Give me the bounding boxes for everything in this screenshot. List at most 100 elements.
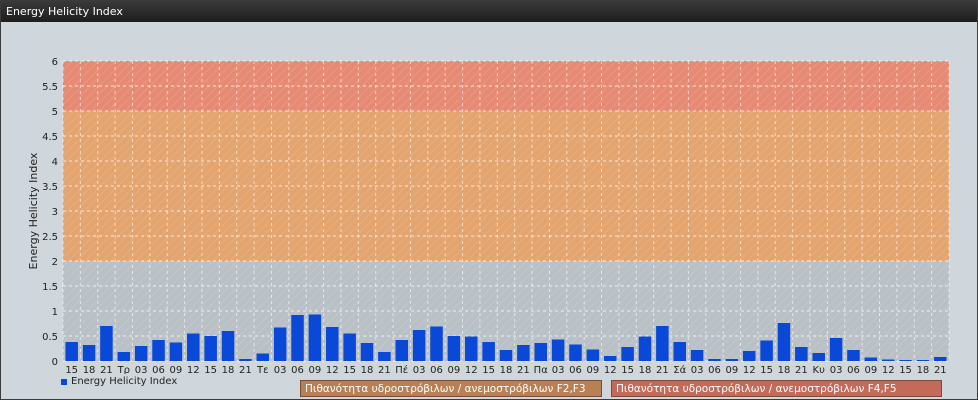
y-tick-label-6: 3 bbox=[52, 207, 58, 218]
x-tick-label-31: 12 bbox=[604, 365, 617, 374]
bar-13 bbox=[291, 315, 304, 361]
bar-47 bbox=[881, 359, 895, 361]
chart-widget: Energy Helicity Index 0 0.5 1 1.5 2 2.5 3 3.5 4 4… bbox=[0, 0, 978, 400]
x-tick-label-34: 21 bbox=[656, 365, 669, 374]
window-title: Energy Helicity Index bbox=[1, 1, 977, 22]
x-tick-label-1: 18 bbox=[83, 365, 96, 374]
x-tick-label-15: 12 bbox=[326, 365, 339, 374]
bar-36 bbox=[690, 350, 704, 361]
x-tick-label-14: 09 bbox=[309, 365, 322, 374]
x-tick-label-48: 15 bbox=[899, 365, 912, 374]
bar-12 bbox=[273, 327, 287, 361]
bar-27 bbox=[534, 343, 547, 361]
x-tick-label-25: 18 bbox=[500, 365, 513, 374]
x-tick-label-27: Πα bbox=[534, 365, 549, 374]
bar-24 bbox=[482, 342, 495, 361]
legend-swatch bbox=[61, 378, 67, 385]
x-tick-label-11: Τε bbox=[256, 365, 269, 374]
x-tick-label-45: 06 bbox=[847, 365, 860, 374]
x-tick-label-46: 09 bbox=[864, 365, 877, 374]
x-tick-label-19: Πέ bbox=[395, 364, 408, 374]
x-tick-label-12: 03 bbox=[274, 365, 287, 374]
bar-1 bbox=[82, 345, 96, 361]
bar-41 bbox=[777, 323, 791, 361]
x-tick-labels: 15 18 21 Τρ 03 06 09 12 15 18 21 Τε 03 06 09 12 15 18 21 Πέ… bbox=[65, 364, 946, 374]
bar-2 bbox=[100, 326, 113, 361]
x-tick-label-0: 15 bbox=[65, 365, 78, 374]
y-tick-label-12: 6 bbox=[52, 57, 58, 68]
x-tick-label-21: 06 bbox=[430, 365, 443, 374]
bar-21 bbox=[430, 326, 443, 361]
bar-49 bbox=[916, 360, 930, 361]
bar-26 bbox=[517, 345, 530, 361]
risk-label-f2-f3: Πιθανότητα υδροστρόβιλων / ανεμοστρόβιλω… bbox=[300, 380, 602, 397]
x-tick-label-44: 03 bbox=[830, 365, 843, 374]
x-tick-label-29: 06 bbox=[569, 365, 582, 374]
bar-28 bbox=[551, 339, 565, 361]
bar-37 bbox=[708, 359, 721, 361]
y-tick-label-11: 5.5 bbox=[42, 82, 58, 93]
x-tick-label-18: 21 bbox=[378, 365, 391, 374]
bar-18 bbox=[378, 352, 391, 361]
bar-11 bbox=[256, 353, 270, 361]
x-tick-label-47: 12 bbox=[882, 365, 895, 374]
bar-38 bbox=[725, 359, 739, 361]
x-tick-label-33: 18 bbox=[639, 365, 652, 374]
bar-22 bbox=[447, 336, 461, 361]
x-tick-label-23: 12 bbox=[465, 365, 478, 374]
legend: Energy Helicity Index bbox=[61, 376, 177, 387]
x-tick-label-16: 15 bbox=[343, 365, 356, 374]
x-tick-label-40: 15 bbox=[760, 365, 773, 374]
bar-6 bbox=[169, 342, 183, 361]
bar-3 bbox=[117, 352, 131, 361]
ehi-chart: 0 0.5 1 1.5 2 2.5 3 3.5 4 4.5 5 5.5 6 15 18 21 Τρ 03 06 09… bbox=[27, 57, 950, 374]
x-tick-label-43: Κυ bbox=[813, 365, 826, 374]
y-tick-label-5: 2.5 bbox=[42, 232, 58, 243]
x-tick-label-39: 12 bbox=[743, 365, 756, 374]
legend-label: Energy Helicity Index bbox=[71, 376, 178, 387]
x-tick-label-5: 06 bbox=[152, 365, 165, 374]
risk-label-f4-f5: Πιθανότητα υδροστρόβιλων / ανεμοστρόβιλω… bbox=[611, 380, 942, 397]
x-tick-label-49: 18 bbox=[917, 365, 930, 374]
bar-46 bbox=[864, 357, 878, 361]
x-tick-label-3: Τρ bbox=[117, 365, 130, 374]
bar-43 bbox=[812, 353, 825, 361]
bar-29 bbox=[569, 344, 582, 361]
x-tick-label-42: 21 bbox=[795, 365, 808, 374]
x-tick-label-17: 18 bbox=[361, 365, 374, 374]
x-tick-label-13: 06 bbox=[291, 365, 304, 374]
x-tick-label-32: 15 bbox=[621, 365, 634, 374]
y-tick-label-2: 1 bbox=[52, 307, 58, 318]
bar-4 bbox=[134, 346, 148, 361]
bar-42 bbox=[795, 347, 808, 361]
x-tick-label-6: 09 bbox=[170, 365, 183, 374]
x-tick-label-10: 21 bbox=[239, 365, 252, 374]
bar-14 bbox=[308, 314, 322, 361]
y-tick-labels: 0 0.5 1 1.5 2 2.5 3 3.5 4 4.5 5 5.5 6 bbox=[42, 57, 58, 368]
x-tick-label-20: 03 bbox=[413, 365, 426, 374]
bar-50 bbox=[934, 357, 947, 361]
bar-48 bbox=[899, 360, 912, 361]
bar-15 bbox=[326, 327, 339, 361]
x-tick-label-2: 21 bbox=[100, 365, 113, 374]
bar-7 bbox=[187, 333, 200, 361]
bar-35 bbox=[673, 342, 686, 361]
bar-31 bbox=[603, 356, 617, 361]
bar-40 bbox=[760, 340, 773, 361]
bar-0 bbox=[65, 342, 78, 361]
bar-8 bbox=[204, 336, 217, 361]
bar-16 bbox=[343, 333, 356, 361]
bar-44 bbox=[829, 338, 843, 361]
x-tick-label-30: 09 bbox=[586, 365, 599, 374]
y-axis-label: Energy Helicity Index bbox=[27, 152, 40, 269]
x-tick-label-26: 21 bbox=[517, 365, 530, 374]
x-tick-label-4: 03 bbox=[135, 365, 148, 374]
x-tick-label-50: 21 bbox=[934, 365, 947, 374]
bar-23 bbox=[465, 336, 478, 361]
y-tick-label-9: 4.5 bbox=[42, 132, 58, 143]
x-tick-label-41: 18 bbox=[778, 365, 791, 374]
y-tick-label-3: 1.5 bbox=[42, 282, 58, 293]
x-tick-label-35: Σά bbox=[673, 364, 686, 374]
bar-30 bbox=[586, 349, 600, 361]
y-tick-label-10: 5 bbox=[52, 107, 58, 118]
